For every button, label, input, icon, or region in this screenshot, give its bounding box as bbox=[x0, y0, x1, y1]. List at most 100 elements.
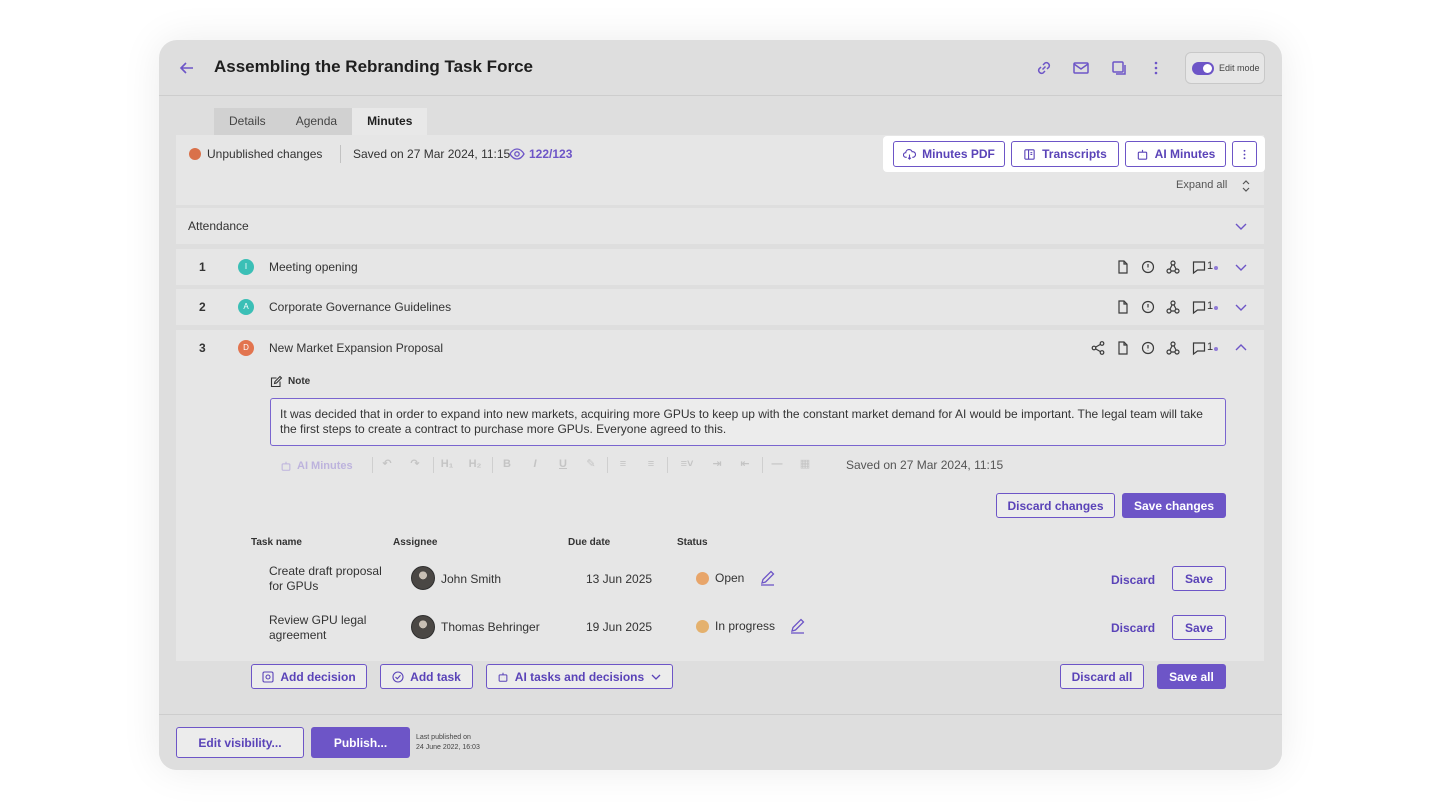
task-name-line: Review GPU legal bbox=[269, 613, 367, 627]
bold-icon[interactable]: B bbox=[500, 457, 514, 471]
indent-icon[interactable]: ⇥ bbox=[710, 457, 724, 471]
discard-task-button[interactable]: Discard bbox=[1111, 573, 1155, 587]
toolbar-divider bbox=[433, 457, 434, 473]
minutes-pdf-button[interactable]: Minutes PDF bbox=[893, 141, 1005, 167]
org-chart-icon[interactable] bbox=[1165, 340, 1181, 356]
org-chart-icon[interactable] bbox=[1165, 299, 1181, 315]
agenda-item-title: New Market Expansion Proposal bbox=[269, 341, 444, 355]
views-count[interactable]: 122/123 bbox=[529, 147, 572, 161]
add-task-button[interactable]: Add task bbox=[380, 664, 473, 689]
toolbar-ai-minutes[interactable]: AI Minutes bbox=[280, 457, 353, 475]
comment-icon[interactable] bbox=[1191, 340, 1207, 356]
info-icon[interactable] bbox=[1140, 259, 1156, 275]
unread-dot bbox=[1214, 347, 1218, 351]
copy-icon[interactable] bbox=[1109, 58, 1129, 78]
document-icon[interactable] bbox=[1115, 259, 1131, 275]
publish-button[interactable]: Publish... bbox=[311, 727, 410, 758]
attendance-row[interactable]: Attendance bbox=[176, 208, 1264, 244]
underline-icon[interactable]: U bbox=[556, 457, 570, 471]
assignee-name: Thomas Behringer bbox=[441, 620, 540, 634]
chevron-down-icon[interactable] bbox=[1234, 260, 1248, 274]
last-published-label: Last published on bbox=[416, 734, 471, 741]
link-icon[interactable] bbox=[1034, 58, 1054, 78]
column-header-assignee: Assignee bbox=[393, 537, 438, 548]
save-all-button[interactable]: Save all bbox=[1157, 664, 1226, 689]
edit-mode-toggle[interactable]: Edit mode bbox=[1185, 52, 1265, 84]
outdent-icon[interactable]: ⇤ bbox=[738, 457, 752, 471]
agenda-item-title: Meeting opening bbox=[269, 260, 358, 274]
expand-all-button[interactable]: Expand all bbox=[1176, 179, 1227, 191]
ai-tasks-label: AI tasks and decisions bbox=[514, 669, 645, 684]
minutes-more-button[interactable] bbox=[1232, 141, 1257, 167]
discard-all-button[interactable]: Discard all bbox=[1060, 664, 1144, 689]
add-decision-button[interactable]: Add decision bbox=[251, 664, 367, 689]
more-vertical-icon[interactable] bbox=[1146, 58, 1166, 78]
chevron-down-icon bbox=[651, 674, 661, 680]
italic-icon[interactable]: I bbox=[528, 457, 542, 471]
last-published-date: 24 June 2022, 16:03 bbox=[416, 744, 480, 751]
chevron-up-icon[interactable] bbox=[1234, 341, 1248, 355]
pencil-icon[interactable] bbox=[789, 617, 806, 634]
info-icon[interactable] bbox=[1140, 340, 1156, 356]
agenda-item-row[interactable]: 1 I Meeting opening 1 bbox=[176, 249, 1264, 285]
toolbar-divider bbox=[372, 457, 373, 473]
share-icon[interactable] bbox=[1090, 340, 1106, 356]
agenda-item-title: Corporate Governance Guidelines bbox=[269, 300, 452, 314]
ai-tasks-dropdown[interactable]: AI tasks and decisions bbox=[486, 664, 673, 689]
task-name[interactable]: Create draft proposal for GPUs bbox=[269, 564, 382, 594]
document-icon[interactable] bbox=[1115, 299, 1131, 315]
back-arrow-icon[interactable] bbox=[177, 58, 197, 78]
tab-details[interactable]: Details bbox=[214, 108, 281, 135]
more-vertical-icon bbox=[1243, 149, 1246, 159]
note-saved-timestamp: Saved on 27 Mar 2024, 11:15 bbox=[846, 458, 1004, 472]
document-icon[interactable] bbox=[1115, 340, 1131, 356]
agenda-item-number: 1 bbox=[199, 260, 206, 274]
numbered-list-icon[interactable]: ≡ bbox=[644, 457, 658, 471]
top-bar: Assembling the Rebranding Task Force Edi… bbox=[159, 40, 1282, 96]
tab-agenda[interactable]: Agenda bbox=[280, 108, 353, 135]
highlight-icon[interactable]: ✎ bbox=[584, 457, 598, 471]
bullet-list-icon[interactable]: ≡ bbox=[616, 457, 630, 471]
comment-count: 1 bbox=[1207, 300, 1214, 312]
edit-visibility-button[interactable]: Edit visibility... bbox=[176, 727, 304, 758]
ai-minutes-button[interactable]: AI Minutes bbox=[1125, 141, 1226, 167]
avatar bbox=[411, 566, 435, 590]
check-circle-icon bbox=[392, 670, 404, 683]
column-header-task-name: Task name bbox=[251, 537, 302, 548]
agenda-item-row[interactable]: 2 A Corporate Governance Guidelines 1 bbox=[176, 289, 1264, 325]
heading1-icon[interactable]: H₁ bbox=[440, 457, 454, 471]
org-chart-icon[interactable] bbox=[1165, 259, 1181, 275]
note-edit-icon bbox=[270, 375, 283, 388]
heading2-icon[interactable]: H₂ bbox=[468, 457, 482, 471]
status-label[interactable]: In progress bbox=[715, 619, 775, 634]
align-dropdown-icon[interactable]: ≡˅ bbox=[676, 457, 698, 471]
discard-task-button[interactable]: Discard bbox=[1111, 621, 1155, 635]
due-date[interactable]: 19 Jun 2025 bbox=[586, 620, 652, 635]
transcripts-button[interactable]: Transcripts bbox=[1011, 141, 1119, 167]
table-icon[interactable]: ▦ bbox=[798, 457, 812, 471]
undo-icon[interactable]: ↶ bbox=[380, 457, 394, 471]
tab-minutes[interactable]: Minutes bbox=[352, 108, 428, 135]
note-textarea[interactable]: It was decided that in order to expand i… bbox=[270, 398, 1226, 446]
chevron-up-down-icon[interactable] bbox=[1241, 179, 1251, 193]
tab-bar: Details Agenda Minutes bbox=[214, 108, 428, 135]
horizontal-rule-icon[interactable]: — bbox=[770, 457, 784, 471]
info-icon[interactable] bbox=[1140, 299, 1156, 315]
chevron-down-icon[interactable] bbox=[1234, 300, 1248, 314]
redo-icon[interactable]: ↷ bbox=[408, 457, 422, 471]
toggle-switch[interactable] bbox=[1192, 62, 1214, 75]
last-published-info: Last published on 24 June 2022, 16:03 bbox=[416, 733, 480, 753]
robot-icon bbox=[1137, 149, 1147, 160]
due-date[interactable]: 13 Jun 2025 bbox=[586, 572, 652, 587]
save-task-button[interactable]: Save bbox=[1172, 566, 1226, 591]
comment-icon[interactable] bbox=[1191, 259, 1207, 275]
task-name[interactable]: Review GPU legal agreement bbox=[269, 613, 366, 643]
comment-icon[interactable] bbox=[1191, 299, 1207, 315]
status-label[interactable]: Open bbox=[715, 571, 744, 586]
discard-changes-button[interactable]: Discard changes bbox=[996, 493, 1115, 518]
chevron-down-icon[interactable] bbox=[1234, 219, 1248, 233]
mail-icon[interactable] bbox=[1071, 58, 1091, 78]
save-changes-button[interactable]: Save changes bbox=[1122, 493, 1226, 518]
pencil-icon[interactable] bbox=[759, 569, 776, 586]
save-task-button[interactable]: Save bbox=[1172, 615, 1226, 640]
